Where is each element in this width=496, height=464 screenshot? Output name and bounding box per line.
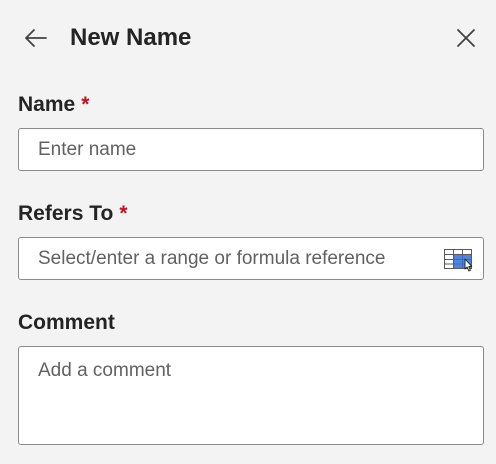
name-input[interactable]	[19, 129, 483, 170]
name-field[interactable]	[18, 128, 484, 171]
required-marker: *	[119, 202, 128, 225]
close-icon	[457, 29, 475, 47]
panel-title: New Name	[70, 24, 192, 51]
comment-label: Comment	[18, 311, 115, 334]
range-select-icon	[444, 249, 473, 272]
required-marker: *	[81, 93, 90, 116]
close-button[interactable]	[446, 18, 486, 58]
range-picker-button[interactable]	[443, 246, 475, 274]
back-button[interactable]	[16, 18, 56, 58]
name-label-text: Name	[18, 93, 76, 116]
refers-to-field[interactable]	[18, 237, 484, 280]
comment-textarea[interactable]	[19, 347, 483, 444]
refers-to-label: Refers To *	[18, 200, 128, 228]
refers-to-input[interactable]	[19, 238, 483, 279]
comment-field[interactable]	[18, 346, 484, 445]
name-label: Name *	[18, 91, 89, 119]
arrow-left-icon	[25, 29, 47, 47]
panel-header: New Name	[0, 0, 496, 76]
refers-to-label-text: Refers To	[18, 202, 114, 225]
